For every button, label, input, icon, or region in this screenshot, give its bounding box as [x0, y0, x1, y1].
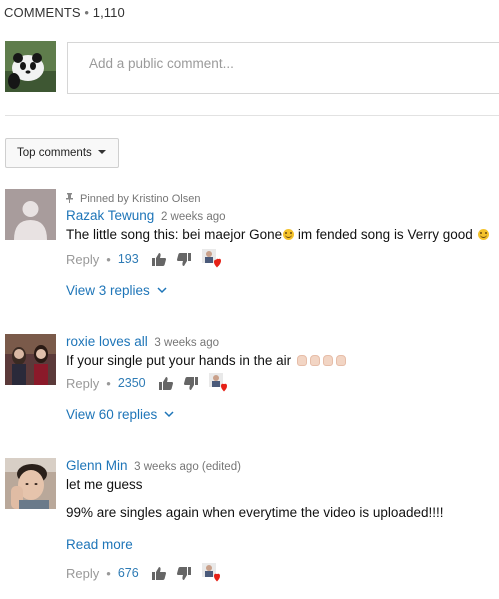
pin-icon [66, 193, 73, 203]
replies-row: View 3 replies [66, 282, 499, 300]
comment-time[interactable]: 3 weeks ago (edited) [134, 461, 241, 473]
caret-down-icon [97, 150, 106, 154]
thumbs-up-icon[interactable] [158, 376, 173, 390]
comment-text: The little song this: bei maejor Gone im… [66, 227, 499, 242]
comment-text-part: im fended song is Verry good [294, 227, 473, 242]
comment-time[interactable]: 3 weeks ago [154, 337, 219, 349]
view-replies-label: View 3 replies [66, 283, 150, 298]
commenter-avatar[interactable] [5, 458, 56, 509]
comment-actions: Reply • 676 [66, 562, 499, 584]
thumbs-up-icon[interactable] [151, 566, 166, 580]
author-line: Glenn Min 3 weeks ago (edited) [66, 458, 499, 473]
chevron-down-icon [164, 411, 174, 418]
comment-actions: Reply • 2350 [66, 372, 499, 394]
thumbs-down-icon[interactable] [183, 376, 198, 390]
comment-text-part: If your single put your hands in the air [66, 353, 292, 368]
sort-comments-button[interactable]: Top comments [5, 138, 119, 168]
comment-author[interactable]: Razak Tewung [66, 208, 154, 223]
comment-placeholder: Add a public comment... [89, 56, 234, 71]
comments-label: COMMENTS [4, 5, 81, 20]
reply-button[interactable]: Reply [66, 566, 99, 581]
comment-text-line: 99% are singles again when everytime the… [66, 505, 444, 520]
thumbs-down-icon[interactable] [176, 566, 191, 580]
comment-time[interactable]: 2 weeks ago [161, 211, 226, 223]
reply-button[interactable]: Reply [66, 376, 99, 391]
comment-text-line: let me guess [66, 477, 143, 492]
comment-actions: Reply • 193 [66, 248, 499, 270]
clapping-emoji-group [296, 353, 349, 368]
like-count: 193 [117, 252, 139, 266]
smile-emoji-icon [477, 229, 489, 240]
clap-emoji-icon [322, 355, 333, 366]
author-line: Razak Tewung 2 weeks ago [66, 208, 499, 223]
comment-text: If your single put your hands in the air [66, 353, 499, 368]
view-replies-button[interactable]: View 3 replies [66, 283, 167, 298]
read-more-button[interactable]: Read more [66, 537, 133, 552]
comments-count: 1,110 [92, 5, 125, 20]
view-replies-button[interactable]: View 60 replies [66, 407, 174, 422]
commenter-avatar[interactable] [5, 334, 56, 385]
dot-separator: • [106, 375, 111, 391]
creator-heart-icon [201, 249, 223, 269]
divider [5, 115, 499, 116]
author-line: roxie loves all 3 weeks ago [66, 334, 499, 349]
sort-label: Top comments [17, 147, 92, 159]
current-user-avatar [5, 41, 56, 92]
view-replies-label: View 60 replies [66, 407, 158, 422]
creator-heart-icon [201, 563, 223, 583]
clap-emoji-icon [335, 355, 346, 366]
like-count: 676 [117, 566, 139, 580]
smile-emoji-icon [283, 229, 295, 240]
pinned-label: Pinned by Kristino Olsen [80, 193, 201, 205]
pinned-row: Pinned by Kristino Olsen [66, 189, 499, 208]
dot-separator: • [106, 251, 111, 267]
like-count: 2350 [117, 376, 146, 390]
comment-author[interactable]: roxie loves all [66, 334, 148, 349]
chevron-down-icon [157, 287, 167, 294]
thumbs-down-icon[interactable] [176, 252, 191, 266]
add-comment-input[interactable]: Add a public comment... [67, 42, 499, 94]
clap-emoji-icon [296, 355, 307, 366]
comments-header: COMMENTS • 1,110 [4, 5, 125, 20]
comment-author[interactable]: Glenn Min [66, 458, 128, 473]
read-more-row: Read more [66, 536, 499, 554]
reply-button[interactable]: Reply [66, 252, 99, 267]
commenter-avatar[interactable] [5, 189, 56, 240]
creator-heart-icon [208, 373, 230, 393]
replies-row: View 60 replies [66, 406, 499, 424]
header-separator: • [84, 5, 90, 20]
clap-emoji-icon [309, 355, 320, 366]
dot-separator: • [106, 565, 111, 581]
comment-text-part: The little song this: bei maejor Gone [66, 227, 283, 242]
thumbs-up-icon[interactable] [151, 252, 166, 266]
